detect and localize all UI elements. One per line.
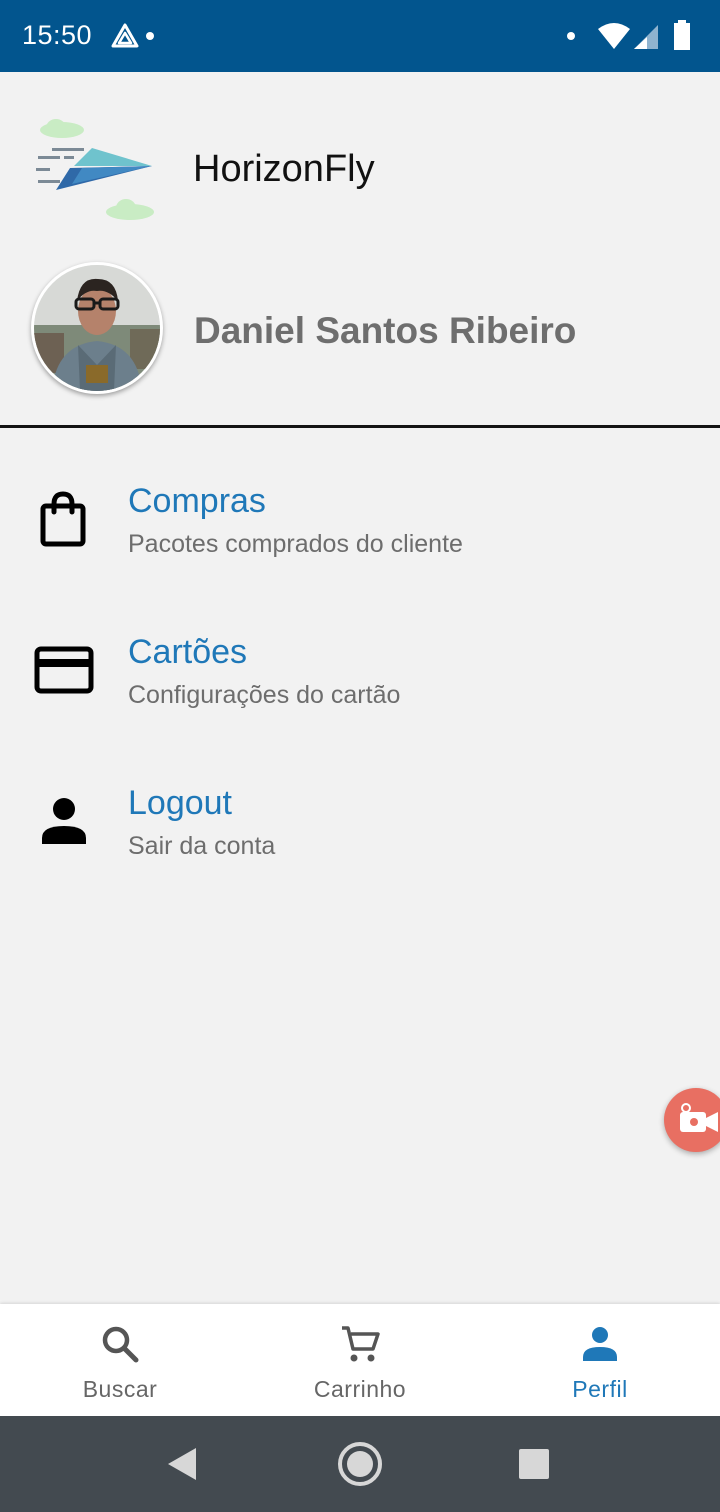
- nav-label: Carrinho: [313, 1376, 407, 1402]
- avatar[interactable]: [31, 262, 163, 394]
- menu-item-logout[interactable]: Logout Sair da conta: [0, 784, 720, 904]
- notification-dot: [146, 32, 154, 40]
- wifi-icon: [598, 23, 630, 49]
- app-name: HorizonFly: [193, 148, 375, 190]
- user-photo: [34, 265, 160, 391]
- video-camera-icon: [680, 1103, 718, 1132]
- system-nav-bar: [0, 1416, 720, 1512]
- app-notification-icon: [111, 23, 139, 48]
- credit-card-icon: [34, 646, 94, 694]
- nav-item-carrinho[interactable]: Carrinho: [240, 1304, 480, 1416]
- divider: [0, 425, 720, 428]
- back-icon[interactable]: [166, 1446, 198, 1482]
- bottom-nav: Buscar Carrinho Perfil: [0, 1304, 720, 1416]
- signal-icon: [634, 25, 658, 49]
- person-icon: [42, 798, 86, 844]
- screen-recorder-button[interactable]: [664, 1088, 720, 1152]
- nav-label: Buscar: [82, 1376, 158, 1402]
- nav-label: Perfil: [572, 1376, 628, 1402]
- home-icon[interactable]: [337, 1441, 383, 1487]
- shopping-bag-icon: [40, 491, 86, 547]
- search-icon: [102, 1326, 139, 1363]
- menu-item-cartoes[interactable]: Cartões Configurações do cartão: [0, 633, 720, 753]
- menu-title: Logout: [128, 784, 232, 822]
- menu-subtitle: Pacotes comprados do cliente: [128, 530, 463, 558]
- recents-icon[interactable]: [518, 1448, 550, 1480]
- menu-subtitle: Configurações do cartão: [128, 681, 401, 709]
- status-time: 15:50: [22, 20, 93, 50]
- notification-dot: [567, 32, 575, 40]
- nav-item-perfil[interactable]: Perfil: [480, 1304, 720, 1416]
- menu-item-compras[interactable]: Compras Pacotes comprados do cliente: [0, 482, 720, 602]
- battery-icon: [674, 20, 690, 50]
- horizonfly-logo: [36, 119, 154, 220]
- person-icon: [583, 1327, 617, 1361]
- menu-subtitle: Sair da conta: [128, 832, 276, 860]
- user-name: Daniel Santos Ribeiro: [194, 310, 577, 351]
- nav-item-buscar[interactable]: Buscar: [0, 1304, 240, 1416]
- status-bar: 15:50: [0, 0, 720, 72]
- menu-title: Compras: [128, 482, 266, 520]
- cart-icon: [342, 1326, 380, 1362]
- menu-title: Cartões: [128, 633, 248, 671]
